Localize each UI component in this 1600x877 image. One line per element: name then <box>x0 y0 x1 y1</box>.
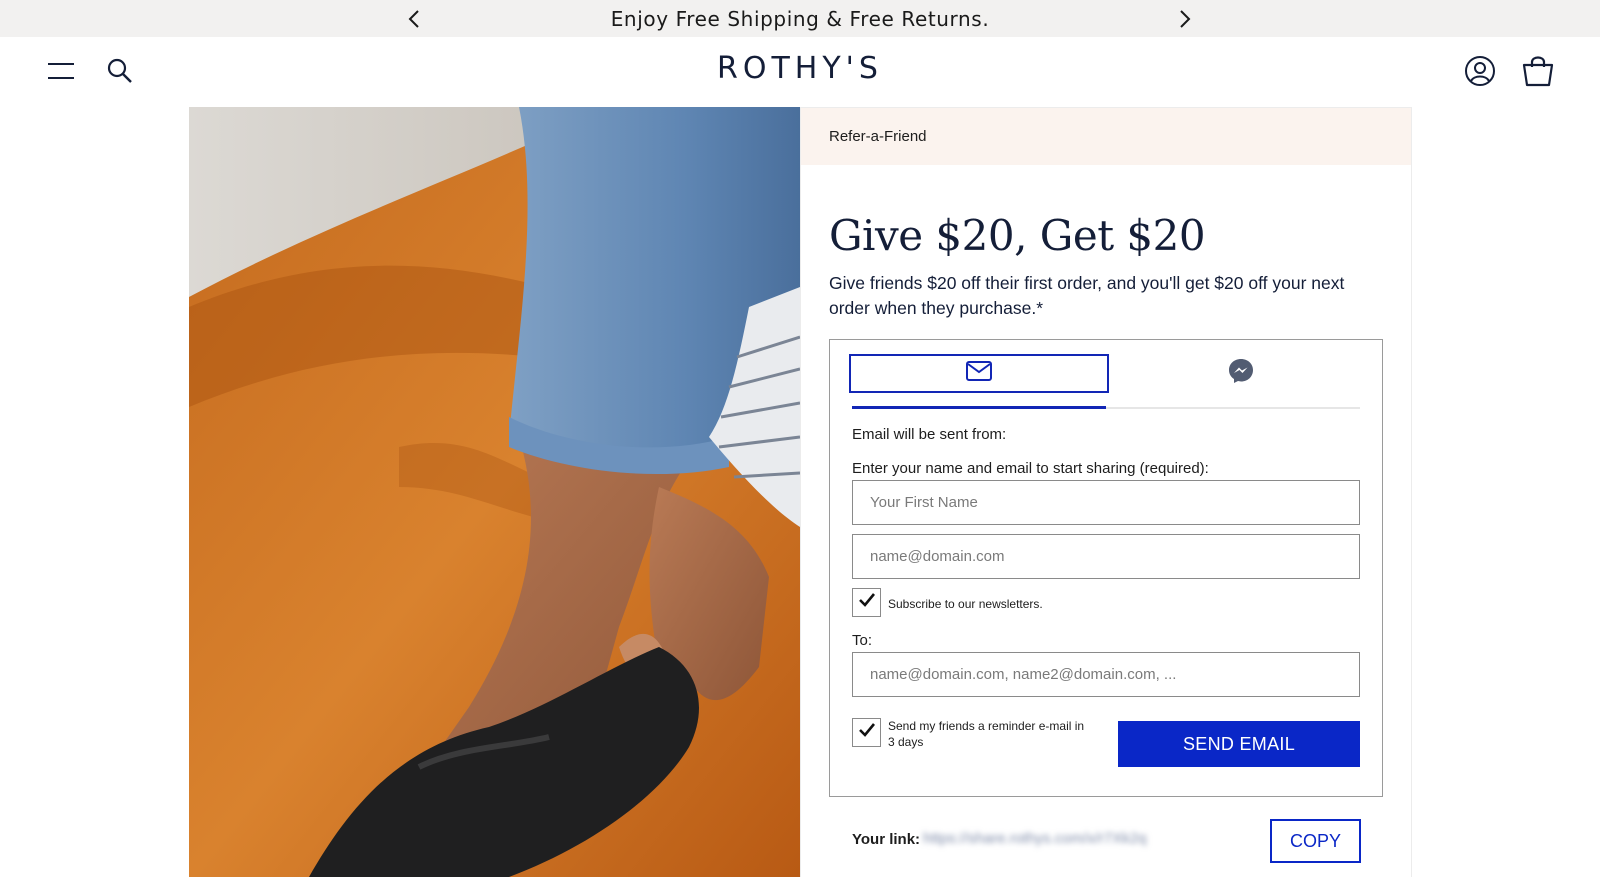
subscribe-checkbox[interactable] <box>852 588 881 617</box>
friends-email-input[interactable] <box>852 652 1360 697</box>
reminder-checkbox[interactable] <box>852 718 881 747</box>
account-icon[interactable] <box>1464 55 1496 87</box>
referral-link-value[interactable]: https://share.rothys.com/x/r7Xk2q <box>923 830 1146 847</box>
copy-link-button[interactable]: COPY <box>1270 819 1361 863</box>
envelope-icon <box>966 361 992 386</box>
checkmark-icon <box>858 592 876 613</box>
chevron-right-icon[interactable] <box>1173 8 1195 30</box>
checkmark-icon <box>858 722 876 743</box>
to-label: To: <box>852 632 873 649</box>
hero-image <box>189 107 800 877</box>
messenger-icon <box>1228 358 1254 389</box>
share-form: Email will be sent from: Enter your name… <box>829 339 1383 797</box>
send-email-button[interactable]: SEND EMAIL <box>1118 721 1360 767</box>
sender-email-input[interactable] <box>852 534 1360 579</box>
refer-a-friend-bar: Refer-a-Friend <box>801 108 1411 165</box>
tab-messenger[interactable] <box>1111 354 1371 393</box>
announcement-text: Enjoy Free Shipping & Free Returns. <box>610 6 990 31</box>
panel-bar-label: Refer-a-Friend <box>829 128 927 145</box>
tab-email[interactable] <box>849 354 1109 393</box>
chevron-left-icon[interactable] <box>404 8 426 30</box>
announcement-bar: Enjoy Free Shipping & Free Returns. <box>0 0 1600 37</box>
sent-from-label: Email will be sent from: <box>852 426 1007 443</box>
referral-panel: Refer-a-Friend Give $20, Get $20 Give fr… <box>800 107 1412 877</box>
first-name-input[interactable] <box>852 480 1360 525</box>
reminder-label: Send my friends a reminder e-mail in 3 d… <box>888 719 1085 749</box>
subscribe-label: Subscribe to our newsletters. <box>888 597 1043 611</box>
site-header: ROTHY'S <box>0 37 1600 107</box>
offer-title: Give $20, Get $20 <box>829 211 1206 260</box>
your-link-label: Your link: <box>852 831 921 848</box>
brand-logo[interactable]: ROTHY'S <box>0 51 1600 86</box>
offer-description: Give friends $20 off their first order, … <box>829 273 1345 318</box>
tab-active-indicator <box>852 406 1106 409</box>
shopping-bag-icon[interactable] <box>1521 53 1555 87</box>
enter-details-label: Enter your name and email to start shari… <box>852 460 1209 477</box>
